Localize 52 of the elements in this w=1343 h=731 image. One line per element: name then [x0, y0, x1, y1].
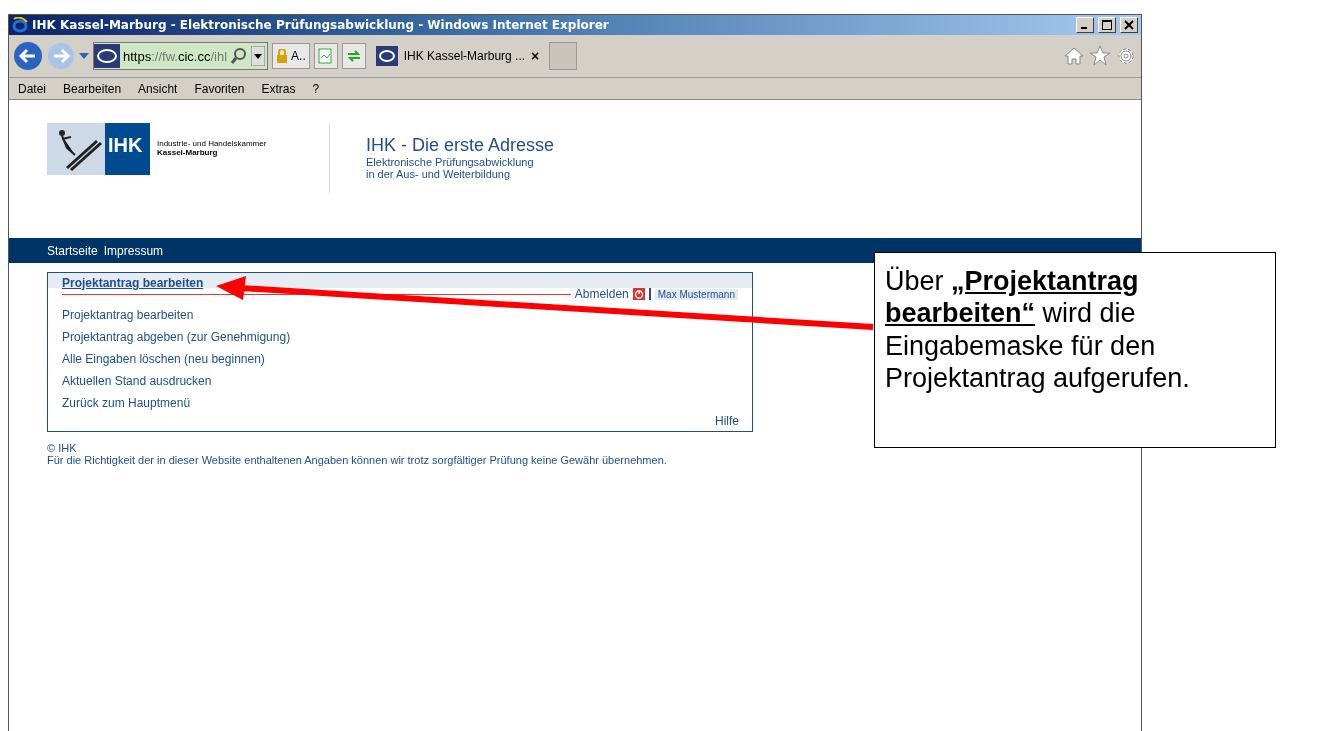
maximize-icon	[1102, 20, 1112, 30]
site-icon	[94, 44, 120, 68]
close-button[interactable]	[1120, 17, 1138, 33]
settings-icon[interactable]	[1115, 45, 1137, 67]
menu-item[interactable]: Bearbeiten	[63, 81, 122, 96]
logout-link[interactable]: Abmelden	[574, 287, 629, 301]
refresh-button[interactable]	[341, 43, 366, 69]
organization-name: Industrie- und Handelskammer	[157, 139, 268, 148]
panel-title[interactable]: Projektantrag bearbeiten	[62, 276, 204, 290]
close-icon	[1124, 20, 1134, 30]
callout-text: Über „Projektantrag bearbeiten“ wird die Eingabemaske für den Projektantrag aufgerufen.	[874, 252, 1276, 448]
menu-item[interactable]: Datei	[18, 81, 46, 96]
nav-link[interactable]: Startseite	[47, 243, 98, 258]
url-text: https://fw.cic.cc/ihl	[123, 48, 228, 64]
back-icon[interactable]	[13, 41, 43, 71]
security-button[interactable]: A..	[272, 43, 310, 69]
menu-link[interactable]: Projektantrag abgeben (zur Genehmigung)	[62, 330, 291, 344]
menu-item[interactable]: Ansicht	[138, 81, 178, 96]
disclaimer-text: Für die Richtigkeit der in dieser Website enthaltenen Angaben können wir trotz sorgfältiger Prüfung keine Gewähr übernehmen.	[47, 454, 668, 466]
maximize-button[interactable]	[1098, 17, 1116, 33]
menu-item[interactable]: Extras	[261, 81, 296, 96]
help-link[interactable]: Hilfe	[715, 414, 739, 428]
minimize-button[interactable]	[1076, 17, 1094, 33]
power-icon[interactable]	[632, 288, 645, 300]
home-icon[interactable]	[1063, 45, 1085, 67]
user-name: Max Mustermann	[654, 288, 738, 300]
search-icon[interactable]	[230, 47, 249, 65]
ihk-logo: IHK	[47, 123, 150, 175]
tab-close-button[interactable]: ×	[531, 48, 540, 64]
window-title: IHK Kassel-Marburg - Elektronische Prüfungsabwicklung - Windows Internet Explorer	[32, 18, 610, 32]
site-icon	[375, 46, 398, 66]
menu-item[interactable]: ?	[312, 81, 320, 96]
nav-link[interactable]: Impressum	[103, 243, 164, 258]
copyright-text: © IHK	[47, 442, 78, 454]
site-title: IHK - Die erste Adresse	[366, 135, 555, 156]
menu-link[interactable]: Zurück zum Hauptmenü	[62, 396, 191, 410]
menu-link[interactable]: Alle Eingaben löschen (neu beginnen)	[62, 352, 265, 366]
organization-city: Kassel-Marburg	[157, 148, 219, 157]
menu-link[interactable]: Projektantrag bearbeiten	[62, 308, 194, 322]
caret-icon[interactable]	[251, 46, 266, 66]
browser-logo-icon	[12, 17, 28, 33]
menu-link[interactable]: Aktuellen Stand ausdrucken	[62, 374, 212, 388]
document-icon	[317, 48, 332, 64]
padlock-icon	[276, 49, 289, 63]
refresh-icon	[345, 49, 362, 63]
site-subtitle: in der Aus- und Weiterbildung	[366, 168, 512, 180]
dropdown-icon[interactable]	[79, 52, 89, 60]
site-subtitle: Elektronische Prüfungsabwicklung	[366, 156, 535, 168]
menu-item[interactable]: Favoriten	[194, 81, 245, 96]
star-icon[interactable]	[1089, 45, 1111, 67]
address-field[interactable]: https://fw.cic.cc/ihl	[93, 42, 269, 70]
compatibility-button[interactable]	[313, 43, 338, 69]
